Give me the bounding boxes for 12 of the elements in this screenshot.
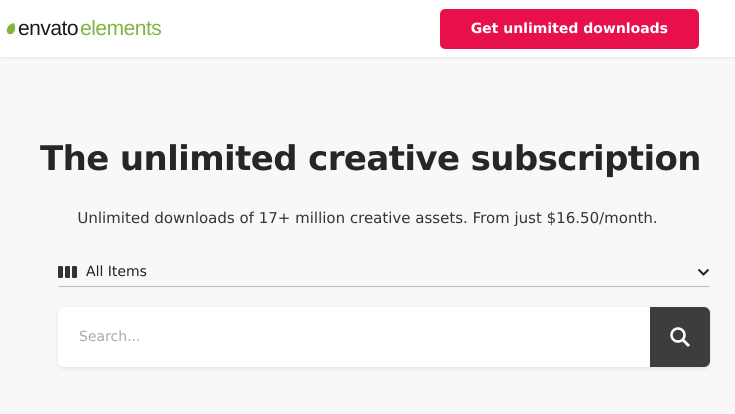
cta-button[interactable]: Get unlimited downloads [440,8,699,48]
hero-subtitle: Unlimited downloads of 17+ million creative assets. From just $16.50/month. [77,209,658,227]
hero-title: The unlimited creative subscription [39,139,701,179]
search-icon [669,326,691,348]
logo-text: elements [80,16,162,40]
logo-text: envato [18,16,78,40]
search-field[interactable]: Search... [58,307,710,367]
leaf-icon [6,22,16,34]
category-dropdown[interactable]: All Items [58,264,710,287]
search-button[interactable] [650,307,710,367]
columns-icon [58,266,78,278]
chevron-down-icon [697,268,710,276]
